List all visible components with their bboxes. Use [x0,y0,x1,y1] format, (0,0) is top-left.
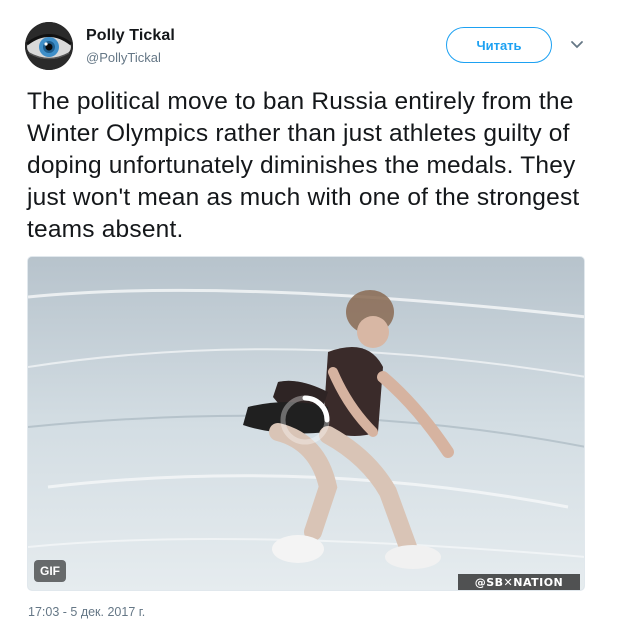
tweet-text: The political move to ban Russia entirel… [27,88,580,243]
eye-avatar-image [25,22,73,70]
tweet-card: Polly Tickal @PollyTickal Читать The pol… [0,0,617,622]
sbnation-watermark: @SB✕NATION [458,574,580,590]
chevron-down-icon[interactable] [570,40,584,50]
gif-badge: GIF [34,560,66,582]
author-handle[interactable]: @PollyTickal [86,50,161,65]
author-name[interactable]: Polly Tickal [86,27,175,45]
follow-button[interactable]: Читать [446,27,552,63]
tweet-timestamp[interactable]: 17:03 - 5 дек. 2017 г. [28,605,145,619]
loading-spinner-icon [280,395,330,445]
avatar[interactable] [25,22,73,70]
